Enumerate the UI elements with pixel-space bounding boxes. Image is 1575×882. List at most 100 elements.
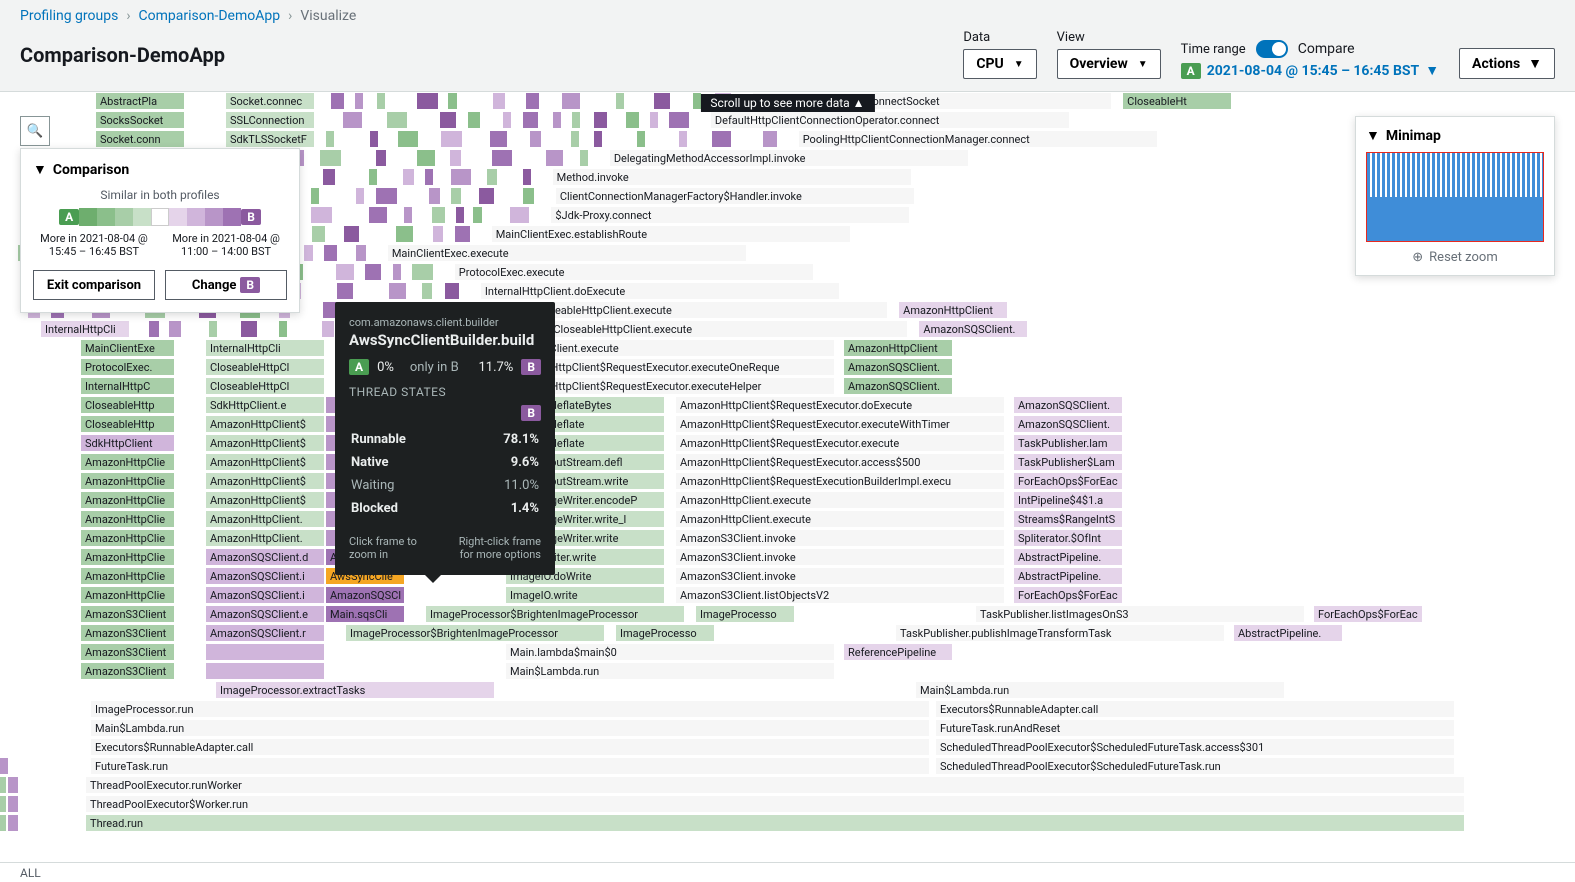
flame-frame[interactable]: Main$Lambda.run [915, 681, 1285, 699]
flame-frame[interactable] [450, 187, 462, 205]
flame-frame[interactable]: PoolingHttpClientConnectionManager.conne… [798, 130, 1158, 148]
flame-frame[interactable]: MainClientExec.establishRoute [491, 225, 851, 243]
flame-frame[interactable] [311, 225, 326, 243]
flame-frame[interactable]: AmazonHttpClient. [205, 529, 325, 547]
flame-frame[interactable] [489, 130, 508, 148]
flame-frame[interactable] [343, 225, 361, 243]
minimap-header[interactable]: ▼Minimap [1366, 127, 1544, 144]
flame-frame[interactable]: AbstractPipeline. [1013, 567, 1123, 585]
flame-frame[interactable]: ImageIO.write [505, 586, 665, 604]
flame-frame[interactable]: AmazonS3Client.listObjectsV2 [675, 586, 1005, 604]
flame-frame[interactable]: ProtocolExec.execute [454, 263, 814, 281]
flame-frame[interactable]: ProtocolExec. [80, 358, 175, 376]
flame-frame[interactable] [478, 187, 495, 205]
actions-button[interactable]: Actions▼ [1459, 48, 1555, 79]
flame-frame[interactable] [467, 111, 481, 129]
flame-frame[interactable] [342, 111, 363, 129]
flame-frame[interactable]: TaskPublisher$Lam [1013, 453, 1123, 471]
flame-frame[interactable]: AmazonS3Client.invoke [675, 529, 1005, 547]
flame-frame[interactable]: AmazonHttpClient$ [205, 453, 325, 471]
flame-frame[interactable]: Socket.connec [225, 92, 315, 110]
flame-frame[interactable] [653, 92, 672, 110]
flame-frame[interactable]: SocksSocket [95, 111, 185, 129]
flame-frame[interactable] [571, 111, 581, 129]
flame-graph-area[interactable]: Scroll up to see more data ▲ 🔍 ▼Comparis… [0, 92, 1575, 882]
flame-frame[interactable]: Streams$RangeIntS [1013, 510, 1123, 528]
flame-frame[interactable]: AmazonS3Client [80, 605, 175, 623]
flame-frame[interactable]: Executors$RunnableAdapter.call [90, 738, 930, 756]
flame-frame[interactable] [388, 282, 408, 300]
flame-frame[interactable]: $Jdk-Proxy.connect [550, 206, 910, 224]
flame-frame[interactable] [522, 168, 532, 186]
search-button[interactable]: 🔍 [20, 116, 50, 146]
flame-frame[interactable] [7, 795, 19, 813]
flame-frame[interactable]: FutureTask.run [90, 757, 930, 775]
flame-frame[interactable]: ImageProcesso [695, 605, 795, 623]
flame-frame[interactable]: SdkTLSSocketF [225, 130, 315, 148]
data-select[interactable]: CPU▼ [963, 49, 1036, 79]
flame-frame[interactable]: AmazonSQSClient.d [205, 548, 325, 566]
flame-frame[interactable] [668, 111, 690, 129]
flame-frame[interactable]: AmazonSQSClient. [843, 358, 953, 376]
flame-frame[interactable]: AmazonSQSClient. [918, 320, 1028, 338]
flame-frame[interactable]: Method.invoke [552, 168, 912, 186]
flame-frame[interactable]: AmazonHttpClie [80, 567, 175, 585]
flame-frame[interactable] [310, 187, 320, 205]
flame-frame[interactable]: AmazonHttpClient$ [205, 491, 325, 509]
flame-frame[interactable] [322, 168, 336, 186]
flame-frame[interactable] [395, 225, 414, 243]
flame-frame[interactable]: InternalHttpCli [205, 339, 325, 357]
flame-frame[interactable] [416, 92, 439, 110]
flame-frame[interactable] [7, 814, 19, 832]
flame-frame[interactable]: CloseableHttp [80, 415, 175, 433]
flame-frame[interactable]: ThreadPoolExecutor$Worker.run [85, 795, 1465, 813]
flame-frame[interactable]: AmazonHttpClie [80, 453, 175, 471]
flame-frame[interactable] [424, 168, 434, 186]
flame-frame[interactable]: ForEachOps$ForEac [1013, 586, 1123, 604]
flame-frame[interactable]: AmazonHttpClie [80, 586, 175, 604]
flame-frame[interactable] [355, 244, 366, 262]
flame-frame[interactable]: CloseableHttpClient.execute [548, 320, 908, 338]
flame-frame[interactable] [7, 776, 19, 794]
flame-frame[interactable]: AmazonHttpClient [843, 339, 953, 357]
flame-frame[interactable] [208, 320, 218, 338]
flame-frame[interactable]: AmazonHttpClient$RequestExecutor.doExecu… [675, 396, 1005, 414]
flame-frame[interactable]: AmazonHttpClient$ [205, 434, 325, 452]
flame-frame[interactable]: AmazonHttpClie [80, 491, 175, 509]
flame-frame[interactable] [579, 149, 589, 167]
flame-frame[interactable] [432, 225, 444, 243]
flame-frame[interactable]: AmazonSQSClient. [843, 377, 953, 395]
flame-frame[interactable] [376, 92, 386, 110]
flame-frame[interactable]: AmazonHttpClie [80, 472, 175, 490]
minimap-chart[interactable] [1366, 152, 1544, 242]
flame-frame[interactable]: Thread.run [85, 814, 1465, 832]
flame-frame[interactable] [240, 320, 258, 338]
flame-frame[interactable] [368, 168, 378, 186]
flame-frame[interactable] [486, 168, 498, 186]
flame-frame[interactable] [411, 263, 433, 281]
flame-frame[interactable] [368, 206, 389, 224]
flame-frame[interactable]: Socket.conn [95, 130, 185, 148]
flame-frame[interactable] [319, 149, 342, 167]
flame-frame[interactable]: Main.lambda$main$0 [505, 643, 835, 661]
flame-frame[interactable]: CloseableHttpCl [205, 358, 325, 376]
flame-frame[interactable]: Main.sqsCli [325, 605, 405, 623]
flame-frame[interactable]: ClientConnectionManagerFactory$Handler.i… [555, 187, 915, 205]
flame-frame[interactable]: AmazonHttpClie [80, 548, 175, 566]
flame-frame[interactable]: TaskPublisher.publishImageTransformTask [895, 624, 1225, 642]
flame-frame[interactable]: AmazonHttpClient.execute [675, 510, 1005, 528]
flame-frame[interactable] [615, 92, 625, 110]
flame-frame[interactable] [522, 111, 539, 129]
flame-frame[interactable] [649, 111, 659, 129]
flame-frame[interactable] [323, 244, 338, 262]
flame-frame[interactable]: AbstractPla [95, 92, 185, 110]
flame-frame[interactable]: InternalHttpCli [40, 320, 130, 338]
flame-frame[interactable] [325, 130, 335, 148]
flame-frame[interactable] [355, 187, 365, 205]
flame-frame[interactable]: TaskPublisher.listImagesOnS3 [975, 605, 1305, 623]
flame-frame[interactable] [492, 92, 506, 110]
flame-frame[interactable] [205, 662, 325, 680]
flame-frame[interactable]: AmazonHttpClie [80, 529, 175, 547]
flame-frame[interactable] [455, 206, 465, 224]
flame-frame[interactable]: ImageProcessor$BrightenImageProcessor [345, 624, 605, 642]
